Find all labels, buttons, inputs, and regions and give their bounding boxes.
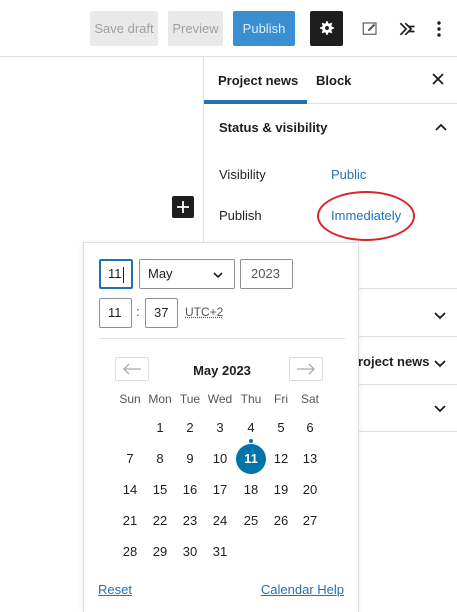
- tab-block[interactable]: Block: [316, 57, 351, 104]
- today-indicator: [249, 439, 253, 443]
- chevron-down-icon[interactable]: [433, 356, 447, 370]
- gear-icon: [319, 21, 334, 35]
- hour-input[interactable]: 11: [99, 298, 132, 328]
- calendar-day[interactable]: 18: [236, 475, 266, 505]
- weekday-label: Tue: [179, 392, 201, 406]
- jetpack-icon[interactable]: [392, 11, 422, 46]
- chevron-down-icon[interactable]: [433, 308, 447, 322]
- status-visibility-panel-header[interactable]: Status & visibility: [204, 104, 457, 151]
- calendar-day[interactable]: 16: [175, 475, 205, 505]
- block-inserter-button[interactable]: [172, 196, 194, 218]
- sidebar-tabs: Project news Block: [204, 57, 457, 104]
- calendar-day[interactable]: 6: [295, 413, 325, 443]
- calendar-day[interactable]: 28: [115, 537, 145, 567]
- calendar-day[interactable]: 24: [205, 506, 235, 536]
- calendar-day[interactable]: 27: [295, 506, 325, 536]
- timezone-label[interactable]: UTC+2: [185, 305, 223, 319]
- preview-button[interactable]: Preview: [168, 11, 223, 46]
- calendar-day[interactable]: 5: [266, 413, 296, 443]
- visibility-toggle[interactable]: Public: [331, 167, 366, 182]
- chevron-up-icon: [435, 123, 447, 131]
- calendar-day[interactable]: 7: [115, 444, 145, 474]
- calendar-day-selected[interactable]: 11: [236, 444, 266, 474]
- panel-title: Status & visibility: [219, 120, 328, 135]
- time-separator: :: [136, 304, 140, 319]
- calendar-day[interactable]: 29: [145, 537, 175, 567]
- month-select[interactable]: May: [139, 259, 235, 289]
- weekday-label: Wed: [207, 392, 233, 406]
- day-value: 11: [108, 266, 122, 281]
- next-month-button[interactable]: [289, 357, 323, 381]
- tab-project-news[interactable]: Project news: [218, 57, 298, 104]
- calendar-day[interactable]: 31: [205, 537, 235, 567]
- chevron-down-icon: [213, 272, 223, 279]
- project-news-panel-title[interactable]: roject news: [358, 354, 430, 369]
- publish-button[interactable]: Publish: [233, 11, 295, 46]
- save-draft-button[interactable]: Save draft: [90, 11, 158, 46]
- highlight-annotation: [317, 191, 415, 241]
- arrow-right-icon: [297, 363, 315, 375]
- chevron-down-icon[interactable]: [433, 401, 447, 415]
- calendar-day[interactable]: 23: [175, 506, 205, 536]
- plus-icon: [177, 201, 189, 213]
- calendar-help-link[interactable]: Calendar Help: [261, 582, 344, 597]
- more-vertical-icon[interactable]: [424, 11, 454, 46]
- calendar-day[interactable]: 12: [266, 444, 296, 474]
- calendar-day[interactable]: 13: [295, 444, 325, 474]
- weekday-label: Mon: [148, 392, 172, 406]
- calendar-day[interactable]: 2: [175, 413, 205, 443]
- close-icon[interactable]: [430, 71, 446, 87]
- calendar-day[interactable]: 30: [175, 537, 205, 567]
- picker-divider: [99, 338, 345, 339]
- weekday-label: Sat: [300, 392, 319, 406]
- calendar-day[interactable]: 15: [145, 475, 175, 505]
- weekday-label: Fri: [274, 392, 288, 406]
- visibility-label: Visibility: [219, 167, 266, 182]
- editor-toolbar: Save draft Preview Publish: [0, 0, 457, 57]
- text-cursor: [122, 266, 124, 283]
- calendar-day[interactable]: 22: [145, 506, 175, 536]
- settings-button[interactable]: [310, 11, 343, 46]
- day-input[interactable]: 11: [99, 259, 133, 289]
- minute-input[interactable]: 37: [145, 298, 178, 328]
- calendar-day[interactable]: 25: [236, 506, 266, 536]
- reset-button[interactable]: Reset: [98, 582, 132, 597]
- date-picker-popover: 11 May 2023 11 : 37 UTC+2 May 2023 Sun Mo…: [83, 242, 359, 612]
- calendar-day[interactable]: 20: [295, 475, 325, 505]
- edit-icon[interactable]: [355, 11, 385, 46]
- calendar-day[interactable]: 3: [205, 413, 235, 443]
- month-value: May: [148, 266, 173, 281]
- weekday-label: Sun: [119, 392, 141, 406]
- calendar-day[interactable]: 14: [115, 475, 145, 505]
- year-input[interactable]: 2023: [240, 259, 293, 289]
- calendar-day[interactable]: 10: [205, 444, 235, 474]
- calendar-day[interactable]: 21: [115, 506, 145, 536]
- calendar-day[interactable]: 8: [145, 444, 175, 474]
- calendar-day[interactable]: 17: [205, 475, 235, 505]
- calendar-day[interactable]: 9: [175, 444, 205, 474]
- publish-label: Publish: [219, 208, 262, 223]
- calendar-day[interactable]: 4: [236, 413, 266, 443]
- calendar-day[interactable]: 26: [266, 506, 296, 536]
- calendar-day[interactable]: 19: [266, 475, 296, 505]
- weekday-label: Thu: [240, 392, 262, 406]
- calendar-day[interactable]: 1: [145, 413, 175, 443]
